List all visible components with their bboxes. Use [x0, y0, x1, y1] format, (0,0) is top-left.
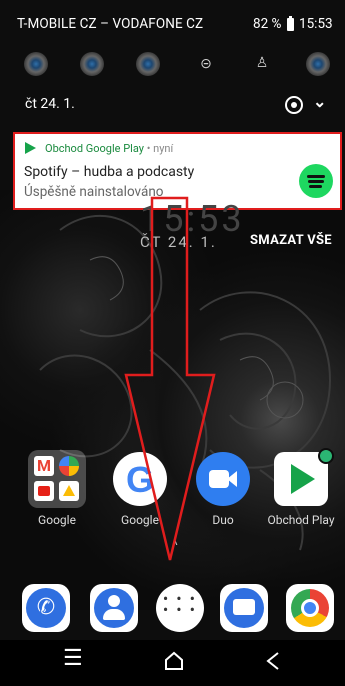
play-store-icon	[25, 142, 36, 154]
wifi-tile-icon[interactable]	[24, 52, 48, 76]
chrome-app-icon[interactable]	[286, 584, 334, 632]
battery-percent: 82 %	[253, 16, 282, 32]
duo-icon[interactable]	[196, 452, 250, 506]
play-store-app-icon[interactable]	[274, 448, 334, 506]
recents-icon[interactable]: ☰	[63, 646, 83, 671]
qs-date: čt 24. 1.	[25, 96, 75, 112]
app-label-duo: Duo	[212, 513, 234, 527]
dnd-tile-icon[interactable]: ⊝	[194, 56, 218, 72]
app-label-google: Google	[121, 513, 159, 527]
app-label-play: Obchod Play	[267, 513, 335, 527]
gmail-icon: M	[34, 456, 54, 476]
carrier-name: T-MOBILE CZ – VODAFONE CZ	[17, 16, 204, 32]
app-drawer-icon[interactable]: • • • • • •	[156, 584, 204, 632]
google-app-icon[interactable]: G	[113, 452, 167, 506]
chevron-down-icon[interactable]: ⌄	[313, 92, 326, 111]
chevron-up-icon[interactable]: ^	[172, 538, 178, 554]
maps-icon	[59, 456, 79, 476]
battery-icon	[287, 16, 294, 31]
phone-app-icon[interactable]: ✆	[22, 584, 70, 632]
spotify-icon	[299, 164, 333, 198]
messages-app-icon[interactable]	[220, 584, 268, 632]
notification-title: Spotify – hudba a podcasty	[24, 164, 195, 180]
notification-app-name: Obchod Google Play • nyní	[45, 142, 174, 155]
google-folder[interactable]: M	[28, 450, 86, 508]
navigation-bar: ☰	[0, 640, 345, 686]
quick-settings-row: ⊝ ♙	[0, 52, 345, 78]
bluetooth-tile-icon[interactable]	[80, 52, 104, 76]
app-label-google-folder: Google	[38, 513, 76, 527]
contacts-app-icon[interactable]	[90, 584, 138, 632]
back-icon[interactable]	[264, 650, 282, 672]
lock-date: ČT 24. 1.	[140, 233, 217, 251]
quick-settings-header: čt 24. 1. ⌄	[0, 90, 345, 120]
data-tile-icon[interactable]	[136, 52, 160, 76]
youtube-icon	[34, 481, 54, 501]
drive-icon	[59, 481, 79, 501]
settings-icon[interactable]	[285, 96, 303, 114]
rotation-tile-icon[interactable]	[306, 52, 330, 76]
home-icon[interactable]	[163, 650, 185, 672]
status-clock: 15:53	[299, 16, 333, 32]
flashlight-tile-icon[interactable]: ♙	[250, 55, 274, 71]
status-bar: T-MOBILE CZ – VODAFONE CZ 82 % 15:53	[0, 0, 345, 38]
clear-all-button[interactable]: SMAZAT VŠE	[250, 233, 332, 248]
